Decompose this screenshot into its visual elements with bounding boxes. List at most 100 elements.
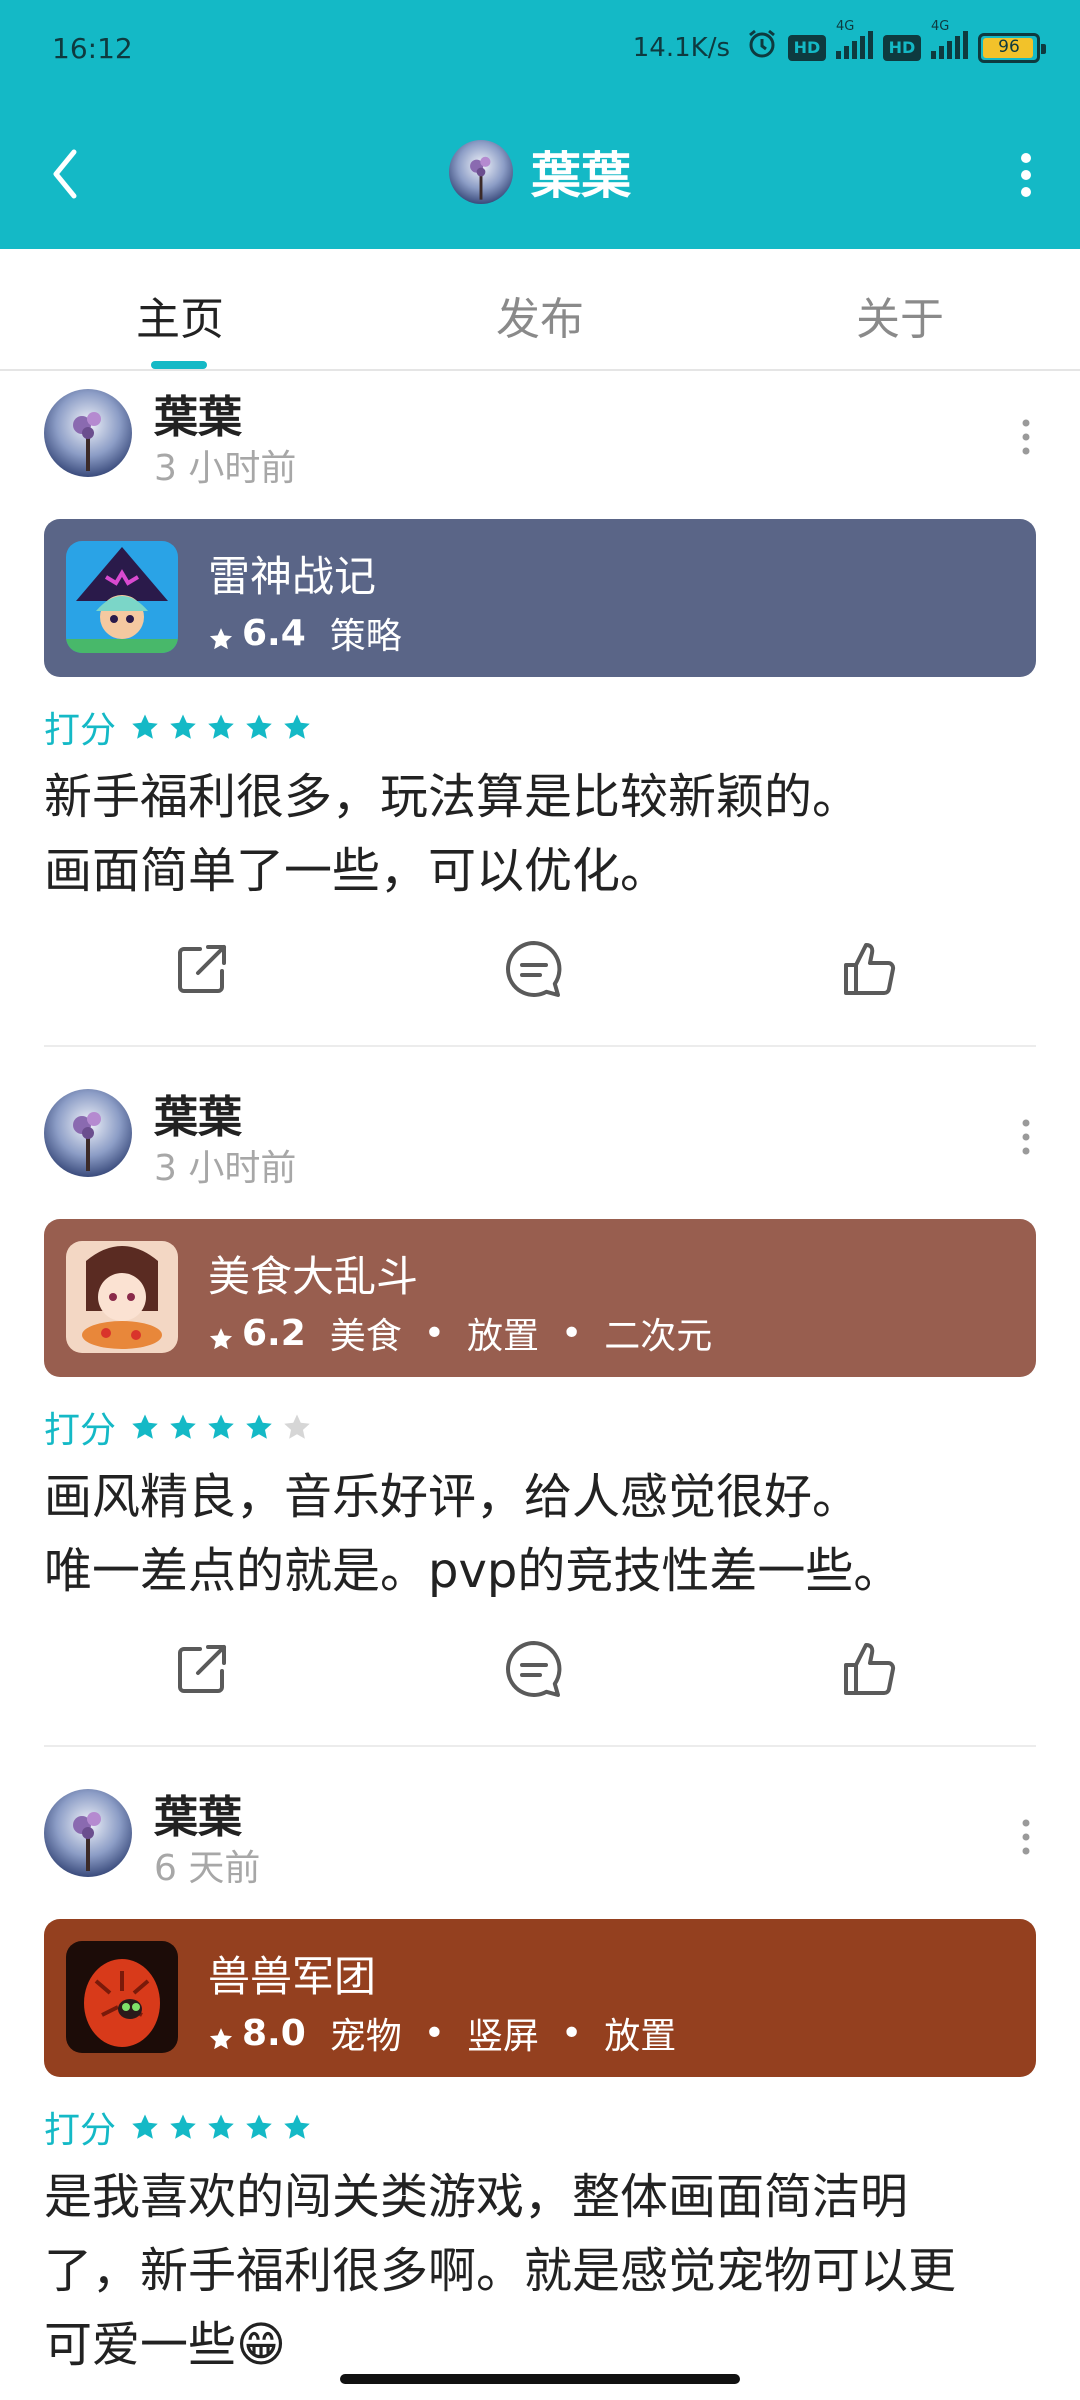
share-icon[interactable] — [170, 1637, 234, 1701]
game-meta: 6.4 策略 — [208, 607, 402, 659]
star-filled-icon — [282, 712, 312, 742]
review-text: 了，新手福利很多啊。就是感觉宠物可以更 — [44, 2243, 957, 2299]
tag-separator: • — [561, 1312, 583, 1354]
review-text: 画面简单了一些，可以优化。 — [44, 843, 669, 899]
star-filled-icon — [206, 1412, 236, 1442]
post-more-icon[interactable] — [1016, 417, 1036, 457]
author-name[interactable]: 葉葉 — [154, 381, 242, 445]
game-score: 6.4 — [242, 612, 306, 654]
game-card[interactable]: 美食大乱斗 6.2 美食 • 放置 • 二次元 — [44, 1219, 1036, 1377]
game-icon — [66, 541, 178, 653]
divider — [44, 1745, 1036, 1747]
net-type-label: 4G — [836, 19, 855, 34]
rating-row: 打分 — [44, 701, 312, 753]
star-icon — [208, 620, 234, 650]
star-filled-icon — [130, 2112, 160, 2142]
rating-stars — [130, 2112, 312, 2142]
star-filled-icon — [168, 712, 198, 742]
app-header: 16:12 14.1K/s HD 4G HD 4G 96 葉葉 — [0, 0, 1080, 249]
rating-label: 打分 — [44, 2110, 117, 2151]
star-filled-icon — [244, 2112, 274, 2142]
comment-icon[interactable] — [502, 937, 566, 1001]
star-empty-icon — [282, 1412, 312, 1442]
star-filled-icon — [130, 1412, 160, 1442]
like-icon[interactable] — [838, 937, 902, 1001]
star-filled-icon — [168, 2112, 198, 2142]
avatar[interactable] — [44, 1089, 132, 1177]
game-card[interactable]: 雷神战记 6.4 策略 — [44, 519, 1036, 677]
author-name[interactable]: 葉葉 — [154, 1781, 242, 1845]
tab-indicator — [151, 361, 207, 369]
post-time: 6 天前 — [154, 1848, 261, 1889]
status-time: 16:12 — [52, 32, 133, 65]
game-meta: 6.2 美食 • 放置 • 二次元 — [208, 1307, 712, 1359]
star-icon — [208, 1320, 234, 1350]
alarm-icon — [746, 28, 778, 67]
rating-label: 打分 — [44, 710, 117, 751]
net-speed: 14.1K/s — [632, 32, 730, 63]
avatar[interactable] — [44, 1789, 132, 1877]
like-icon[interactable] — [838, 1637, 902, 1701]
star-filled-icon — [130, 712, 160, 742]
divider — [44, 1045, 1036, 1047]
comment-icon[interactable] — [502, 1637, 566, 1701]
net-type-label-2: 4G — [931, 19, 950, 34]
review-text: 新手福利很多，玩法算是比较新颖的。 — [44, 769, 861, 825]
post-card: 葉葉 3 小时前 雷神战记 6.4 策略 打分 新手福利很多，玩法算是比较新颖的… — [0, 371, 1080, 1047]
rating-stars — [130, 712, 312, 742]
star-filled-icon — [244, 712, 274, 742]
post-card: 葉葉 3 小时前 美食大乱斗 6.2 美食 • 放置 • 二次元 打分 画风精良… — [0, 1071, 1080, 1747]
avatar[interactable] — [449, 140, 513, 204]
post-actions — [0, 1637, 1080, 1717]
status-bar: 16:12 14.1K/s HD 4G HD 4G 96 — [0, 0, 1080, 100]
tab-about[interactable]: 关于 — [780, 283, 1020, 347]
tag-separator: • — [423, 1312, 446, 1354]
game-name: 雷神战记 — [208, 552, 377, 601]
tag-separator: • — [561, 2012, 583, 2054]
more-menu-icon[interactable] — [1006, 150, 1046, 200]
game-tag: 竖屏 — [467, 2016, 540, 2057]
tab-home[interactable]: 主页 — [60, 283, 300, 347]
post-card: 葉葉 6 天前 兽兽军团 8.0 宠物 • 竖屏 • 放置 打分 是我喜欢的闯关… — [0, 1771, 1080, 2373]
game-icon — [66, 1941, 178, 2053]
star-filled-icon — [244, 1412, 274, 1442]
post-actions — [0, 937, 1080, 1017]
game-tag: 策略 — [329, 616, 402, 657]
game-name: 兽兽军团 — [208, 1952, 377, 2001]
tab-posts[interactable]: 发布 — [420, 283, 660, 347]
home-indicator[interactable] — [340, 2374, 740, 2384]
share-icon[interactable] — [170, 937, 234, 1001]
avatar[interactable] — [44, 389, 132, 477]
rating-stars — [130, 1412, 312, 1442]
author-name[interactable]: 葉葉 — [154, 1081, 242, 1145]
rating-row: 打分 — [44, 1401, 312, 1453]
signal-icon: 4G — [836, 19, 873, 66]
game-tag: 二次元 — [604, 1316, 713, 1357]
review-text: 画风精良，音乐好评，给人感觉很好。 — [44, 1469, 861, 1525]
signal-icon-2: 4G — [931, 19, 968, 66]
post-more-icon[interactable] — [1016, 1817, 1036, 1857]
battery-level: 96 — [998, 36, 1020, 57]
tab-bar: 主页 发布 关于 — [0, 249, 1080, 371]
game-name: 美食大乱斗 — [208, 1252, 419, 1301]
game-tag: 放置 — [467, 1316, 540, 1357]
post-time: 3 小时前 — [154, 1148, 297, 1189]
hd-badge-2: HD — [883, 34, 921, 61]
hd-badge: HD — [788, 34, 826, 61]
rating-label: 打分 — [44, 1410, 117, 1451]
review-text: 可爱一些😁 — [44, 2317, 287, 2373]
status-icons: 14.1K/s HD 4G HD 4G 96 — [632, 19, 1046, 67]
review-text: 是我喜欢的闯关类游戏，整体画面简洁明 — [44, 2169, 909, 2225]
game-card[interactable]: 兽兽军团 8.0 宠物 • 竖屏 • 放置 — [44, 1919, 1036, 2077]
tag-separator: • — [423, 2012, 446, 2054]
game-icon — [66, 1241, 178, 1353]
star-filled-icon — [168, 1412, 198, 1442]
game-tag: 美食 — [329, 1316, 402, 1357]
game-meta: 8.0 宠物 • 竖屏 • 放置 — [208, 2007, 676, 2059]
battery-icon: 96 — [978, 32, 1046, 63]
nav-bar: 葉葉 — [0, 100, 1080, 249]
page-title: 葉葉 — [531, 147, 631, 205]
star-filled-icon — [206, 2112, 236, 2142]
post-more-icon[interactable] — [1016, 1117, 1036, 1157]
post-time: 3 小时前 — [154, 448, 297, 489]
